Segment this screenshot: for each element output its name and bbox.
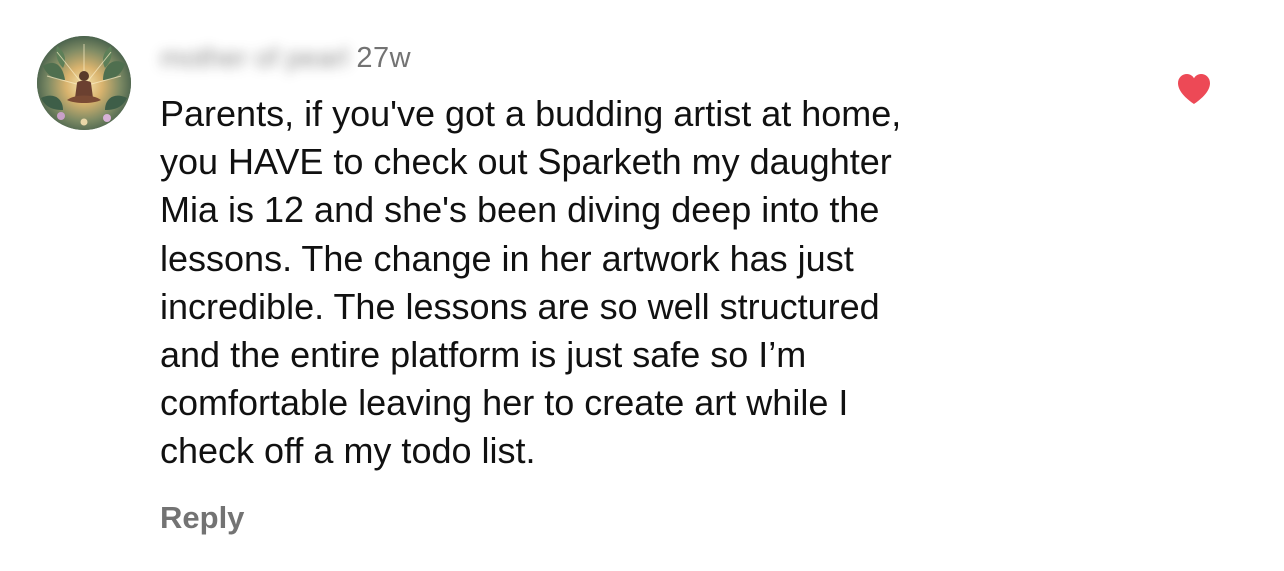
comment-line: lessons. The change in her artwork has j… xyxy=(160,237,854,279)
comment-header: mother of pearl 27w xyxy=(160,40,411,76)
username[interactable]: mother of pearl xyxy=(160,42,348,74)
heart-icon xyxy=(1178,74,1210,104)
comment-line: incredible. The lessons are so well stru… xyxy=(160,285,880,327)
comment-line: check off a my todo list. xyxy=(160,430,536,472)
meditating-figure-icon xyxy=(37,36,131,130)
comment-item: mother of pearl 27w Parents, if you've g… xyxy=(0,0,1284,571)
comment-line: Parents, if you've got a budding artist … xyxy=(160,93,902,134)
comment-line: comfortable leaving her to create art wh… xyxy=(160,382,849,424)
reply-button[interactable]: Reply xyxy=(160,500,244,536)
like-button[interactable] xyxy=(1176,72,1212,106)
comment-line: Mia is 12 and she's been diving deep int… xyxy=(160,189,880,231)
timestamp: 27w xyxy=(356,41,412,74)
avatar[interactable] xyxy=(37,36,131,130)
comment-line: and the entire platform is just safe so … xyxy=(160,334,807,376)
comment-text: Parents, if you've got a budding artist … xyxy=(160,90,1140,476)
comment-line: you HAVE to check out Sparketh my daught… xyxy=(160,141,892,183)
